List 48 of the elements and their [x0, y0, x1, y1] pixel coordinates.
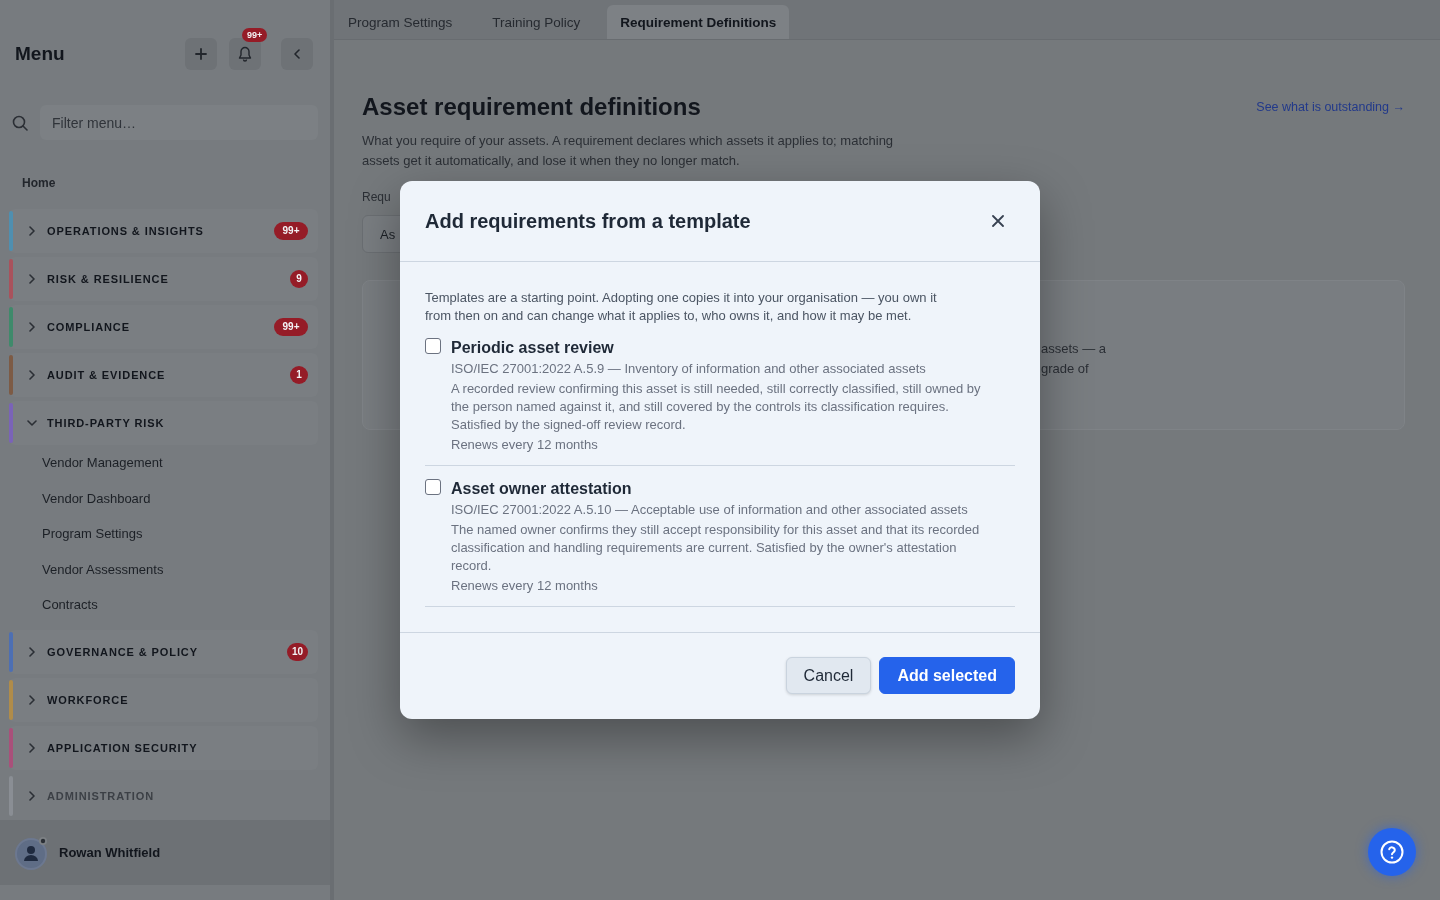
renewal-text: Renews every 12 months — [451, 436, 599, 454]
count-badge: 10 — [286, 642, 308, 661]
nav-link[interactable]: Vendor Assessments — [0, 551, 330, 587]
renewal-text: Renews every 12 months — [451, 577, 599, 595]
user-name: Rowan Whitfield — [59, 845, 161, 860]
checkbox[interactable] — [425, 479, 441, 495]
template-title: Asset owner attestation — [451, 479, 633, 499]
nav-link[interactable]: Contracts — [0, 587, 330, 623]
card-text: grade of — [1041, 360, 1089, 378]
template-reference: ISO/IEC 27001:2022 A.5.10 — Acceptable use of information and other associated assets — [451, 501, 969, 519]
cancel-button[interactable]: Cancel — [785, 657, 872, 694]
filter-field[interactable]: Filter menu… — [40, 105, 318, 140]
tab[interactable]: Training Policy — [479, 5, 594, 39]
section-label: Requ — [362, 189, 391, 205]
dialog-title: Add requirements from a template — [425, 209, 751, 233]
template-title: Periodic asset review — [451, 338, 615, 358]
notification-badge: 99+ — [242, 28, 268, 42]
chevron-left-icon — [294, 49, 300, 59]
template-description: The named owner confirms they still accept responsibility for this asset and that its recorded classification and handling requirements are current. Satisfied by the owner's attestation record. — [451, 521, 981, 575]
notifications-button[interactable] — [229, 38, 261, 70]
outstanding-link[interactable]: See what is outstanding → — [1256, 100, 1405, 114]
nav-link[interactable]: Program Settings — [0, 516, 330, 552]
page-description: What you require of your assets. A requirement declares which assets it applies to; matching assets get it automatically, and lose it when they no longer match. — [362, 132, 895, 170]
count-badge: 99+ — [274, 318, 308, 336]
tab[interactable]: Requirement Definitions — [607, 5, 790, 39]
close-icon — [992, 215, 1004, 227]
checkbox[interactable] — [425, 338, 441, 354]
count-badge: 1 — [290, 366, 308, 384]
search-icon — [12, 114, 28, 131]
template-description: A recorded review confirming this asset is still needed, still correctly classified, still owned by the person named against it, and still covered by the controls its classification requires. Satisfied by the signed-off review record. — [451, 380, 982, 434]
help-icon — [1380, 840, 1404, 864]
add-selected-button[interactable]: Add selected — [879, 657, 1015, 694]
sidebar-title: Menu — [15, 43, 65, 65]
count-badge: 9 — [290, 270, 308, 288]
bell-icon — [238, 46, 252, 62]
card-text: assets — a — [1041, 340, 1107, 358]
intro-text: Templates are a starting point. Adopting one copies it into your organisation — you own it from then on and can change what it applies to, who owns it, and how it may be met. — [425, 289, 938, 325]
user-panel[interactable]: Rowan Whitfield — [0, 820, 330, 885]
template-reference: ISO/IEC 27001:2022 A.5.9 — Inventory of information and other associated assets — [451, 360, 927, 378]
add-button[interactable] — [185, 38, 217, 70]
plus-icon — [195, 48, 207, 60]
nav-link[interactable]: Vendor Dashboard — [0, 480, 330, 516]
home-link[interactable]: Home — [22, 175, 56, 191]
avatar-icon — [15, 835, 49, 870]
page-title: Asset requirement definitions — [362, 92, 701, 122]
tab[interactable]: Program Settings — [335, 5, 466, 39]
nav-link[interactable]: Vendor Management — [0, 445, 330, 481]
count-badge: 99+ — [274, 222, 308, 240]
